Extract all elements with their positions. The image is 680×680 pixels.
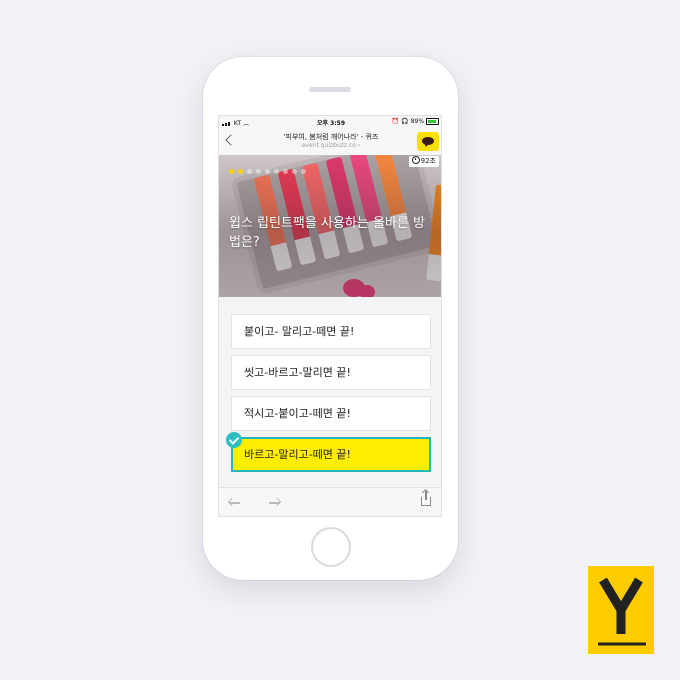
- headphones-icon: 🎧: [401, 118, 409, 125]
- answer-option-1[interactable]: 붙이고- 말리고-떼면 끝!: [231, 314, 431, 349]
- answer-list: 붙이고- 말리고-떼면 끝! 씻고-바르고-말리면 끝! 적시고-붙이고-떼면 …: [219, 297, 441, 487]
- question-text: 윕스 립틴트팩을 사용하는 올바른 방법은?: [229, 216, 425, 250]
- clock-icon: [411, 156, 420, 164]
- check-icon: [226, 432, 242, 448]
- answer-option-2[interactable]: 씻고-바르고-말리면 끝!: [231, 355, 431, 390]
- page-url: event.quizbuzz.co ›: [301, 142, 361, 149]
- alarm-icon: ⏰: [391, 118, 400, 125]
- browser-toolbar: [219, 487, 441, 516]
- kakaotalk-icon[interactable]: [417, 132, 439, 151]
- timer-badge: 92초: [408, 156, 439, 167]
- forward-arrow-icon[interactable]: [269, 502, 280, 504]
- phone-speaker: [309, 87, 351, 92]
- battery-percent: 89%: [410, 118, 425, 125]
- back-arrow-icon[interactable]: [229, 502, 240, 504]
- progress-dots: [229, 159, 310, 178]
- status-bar: KT ︵ 오후 3:59 ⏰ 🎧 89%: [219, 116, 441, 127]
- home-button[interactable]: [311, 527, 351, 567]
- page-title: '피부여, 봄처럼 깨어나라' - 퀴즈: [283, 133, 379, 141]
- browser-header: '피부여, 봄처럼 깨어나라' - 퀴즈 event.quizbuzz.co ›: [219, 127, 441, 156]
- question-image: 92초 윕스 립틴트팩을 사용하는 올바른 방법은?: [219, 155, 441, 297]
- share-icon[interactable]: [421, 491, 431, 506]
- timer-value: 92초: [420, 157, 436, 165]
- battery-icon: [426, 118, 439, 125]
- phone-screen: KT ︵ 오후 3:59 ⏰ 🎧 89% '피부여, 봄처럼 깨어나라' - 퀴…: [218, 115, 442, 517]
- answer-option-4[interactable]: 바르고-말리고-떼면 끝!: [231, 437, 431, 472]
- yanolja-logo: [588, 566, 654, 654]
- answer-option-3[interactable]: 적시고-붙이고-떼면 끝!: [231, 396, 431, 431]
